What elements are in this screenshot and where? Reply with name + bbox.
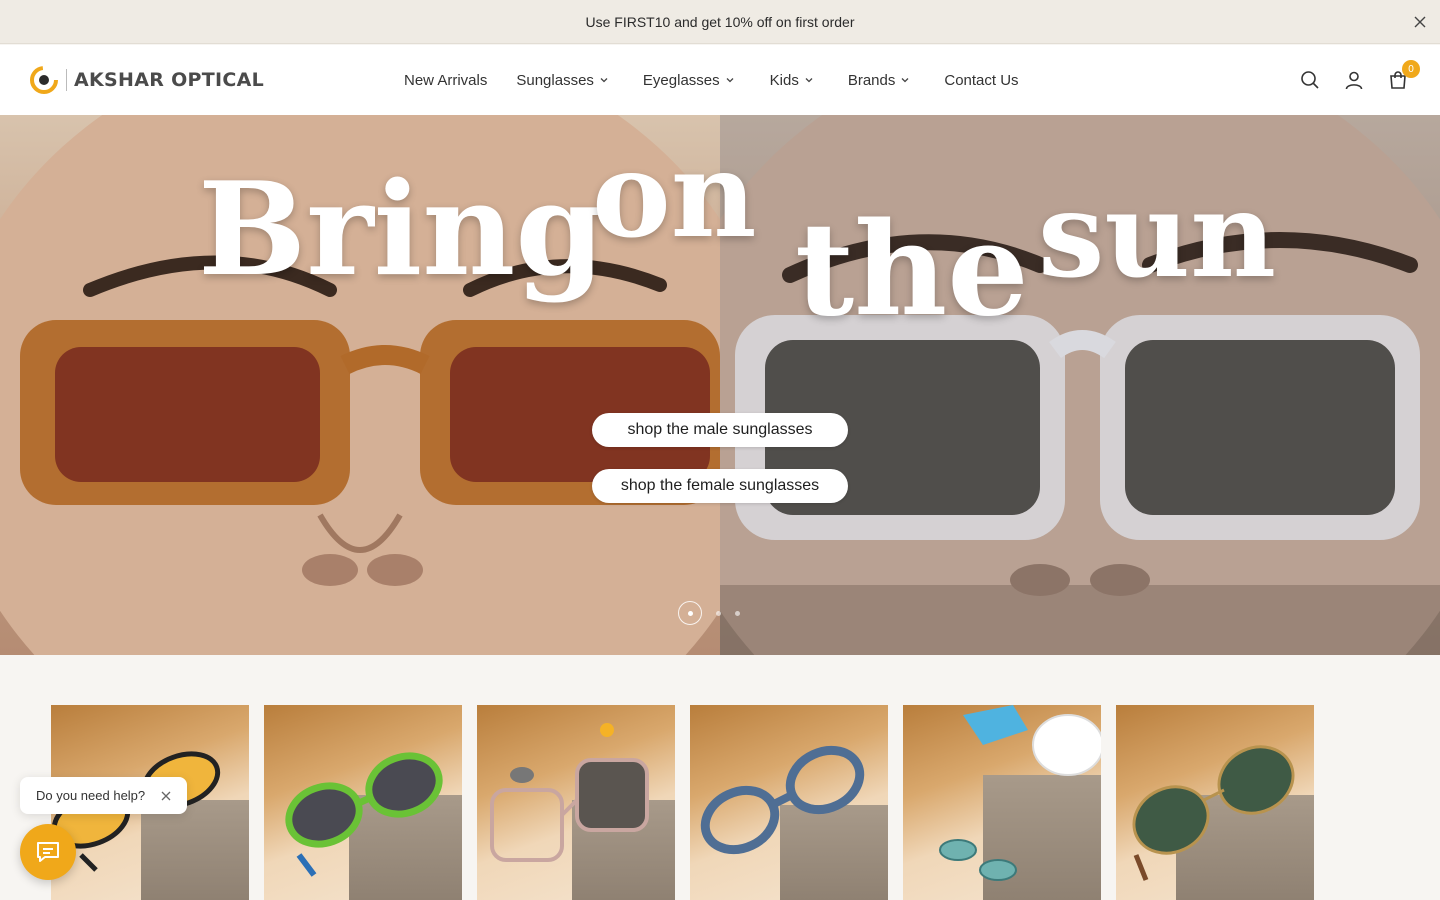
nav-item-brands[interactable]: Brands [848,72,911,89]
cart-icon[interactable]: 0 [1386,60,1420,92]
chevron-down-icon [805,78,813,83]
aviator-sunglasses-image [1132,745,1295,881]
logo-icon [30,66,58,94]
announcement-text: Use FIRST10 and get 10% off on first ord… [585,13,855,30]
hero-banner[interactable]: Bring on the sun shop the male sunglasse… [0,115,1440,655]
nav-item-kids[interactable]: Kids [770,72,814,89]
kids-green-glasses-image [285,752,443,877]
category-tile[interactable] [690,705,888,900]
hero-word-bring: Bring [198,155,605,305]
slider-dot[interactable] [735,610,740,616]
help-bubble: Do you need help? [20,777,188,814]
shop-female-sunglasses-button[interactable]: shop the female sunglasses [592,469,848,503]
nav-item-label: New Arrivals [404,71,488,89]
chat-button[interactable] [20,824,76,880]
hero-word-the: the [795,195,1029,345]
nav-item-label: Eyeglasses [642,71,720,89]
blue-frame-glasses-image [700,745,865,855]
nav-item-label: Brands [847,71,896,89]
category-grid [51,705,1329,900]
chevron-down-icon [901,78,909,83]
site-header: AKSHAR OPTICAL New Arrivals Sunglasses E… [0,45,1440,115]
slider-dot-active[interactable] [678,601,702,625]
nav-item-label: Kids [769,71,799,89]
category-tile[interactable] [477,705,675,900]
chevron-down-icon [726,78,734,83]
hero-word-on: on [592,125,757,264]
photochromic-glasses-image [490,723,649,862]
header-icons: 0 [1278,45,1420,115]
contact-lens-image [939,705,1101,881]
logo[interactable]: AKSHAR OPTICAL [30,65,264,95]
nav-item-new-arrivals[interactable]: New Arrivals [404,72,487,89]
announcement-bar: Use FIRST10 and get 10% off on first ord… [0,0,1440,44]
nav-item-sunglasses[interactable]: Sunglasses [516,72,609,89]
nav-item-label: Contact Us [944,71,1019,89]
nav-item-eyeglasses[interactable]: Eyeglasses [643,72,735,89]
category-tile[interactable] [264,705,462,900]
search-icon[interactable] [1298,68,1322,92]
account-icon[interactable] [1342,68,1366,92]
slider-dots [678,601,740,625]
logo-divider [66,69,67,91]
nav-item-contact-us[interactable]: Contact Us [944,72,1018,89]
category-tile[interactable] [903,705,1101,900]
chevron-down-icon [600,78,608,83]
slider-dot[interactable] [716,610,721,616]
logo-text: AKSHAR OPTICAL [74,69,265,91]
close-icon[interactable] [159,789,173,803]
button-label: shop the male sunglasses [627,421,813,438]
close-icon[interactable] [1408,10,1432,34]
shop-male-sunglasses-button[interactable]: shop the male sunglasses [592,413,848,447]
help-text: Do you need help? [36,788,146,803]
nav-item-label: Sunglasses [516,71,594,89]
chat-icon [37,842,59,862]
category-tile[interactable] [1116,705,1314,900]
button-label: shop the female sunglasses [620,477,820,494]
cart-count-badge: 0 [1402,60,1420,78]
hero-word-sun: sun [1038,165,1277,304]
main-nav: New Arrivals Sunglasses Eyeglasses Kids … [404,45,1019,115]
